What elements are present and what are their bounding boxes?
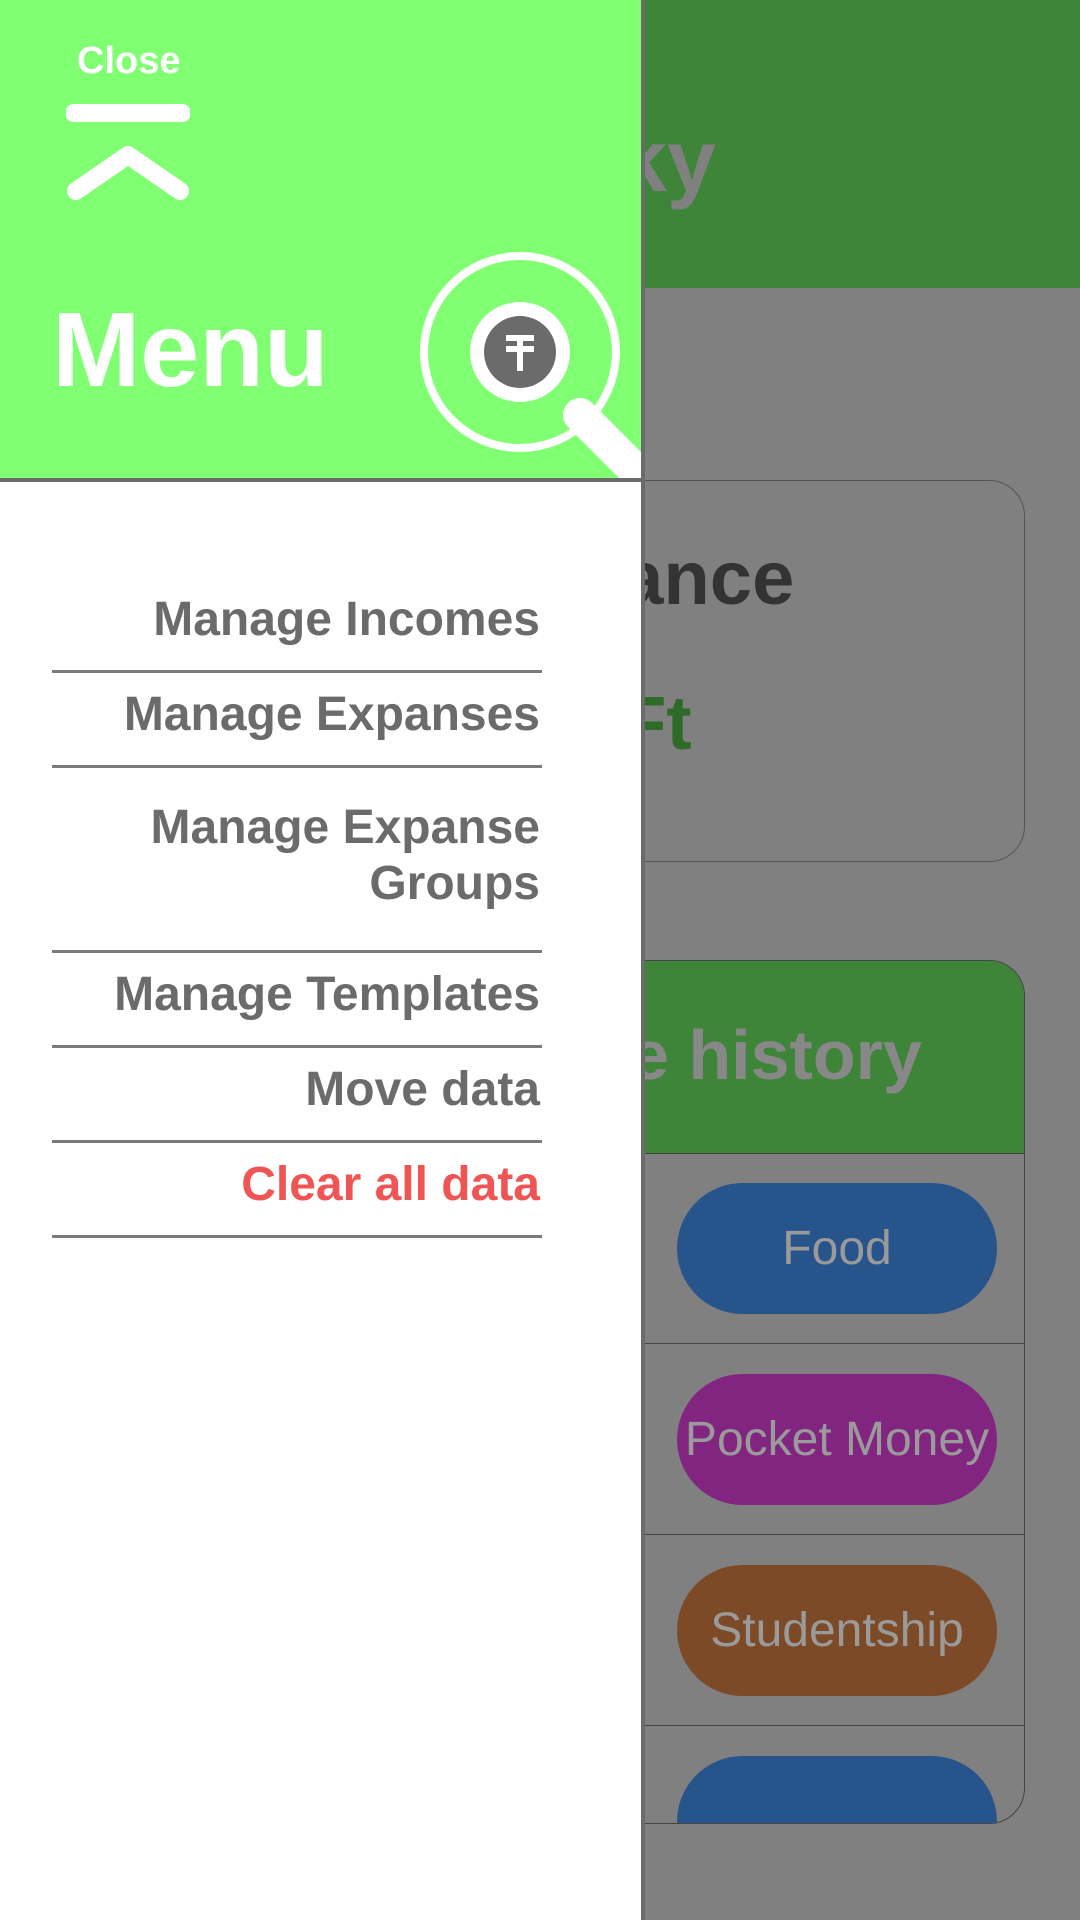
menu-item-manage-expanse-groups[interactable]: Manage Expanse Groups bbox=[52, 768, 542, 953]
drawer-menu: Manage Incomes Manage Expanses Manage Ex… bbox=[52, 578, 542, 1238]
menu-item-clear-all-data[interactable]: Clear all data bbox=[52, 1143, 542, 1238]
chevron-up-icon[interactable] bbox=[66, 103, 190, 203]
drawer-title: Menu bbox=[52, 291, 329, 409]
category-pill[interactable]: Food bbox=[677, 1183, 997, 1314]
history-title: e history bbox=[630, 1016, 922, 1094]
menu-item-manage-expanses[interactable]: Manage Expanses bbox=[52, 673, 542, 768]
coin-magnifier-icon bbox=[420, 252, 641, 478]
drawer-header: Close Menu bbox=[0, 0, 641, 482]
menu-item-move-data[interactable]: Move data bbox=[52, 1048, 542, 1143]
category-pill[interactable] bbox=[677, 1756, 997, 1823]
navigation-drawer: Close Menu Manage Incomes Manage Expanse… bbox=[0, 0, 645, 1920]
close-label[interactable]: Close bbox=[77, 40, 180, 83]
menu-item-manage-incomes[interactable]: Manage Incomes bbox=[52, 578, 542, 673]
category-pill[interactable]: Pocket Money bbox=[677, 1374, 997, 1505]
category-pill[interactable]: Studentship bbox=[677, 1565, 997, 1696]
menu-item-manage-templates[interactable]: Manage Templates bbox=[52, 953, 542, 1048]
